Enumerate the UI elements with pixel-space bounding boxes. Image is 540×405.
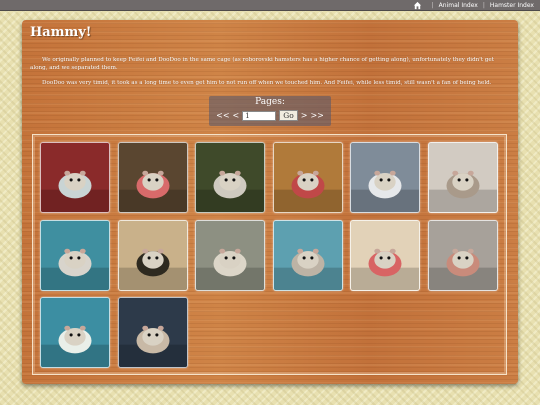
next-page-button[interactable]: > bbox=[301, 111, 308, 121]
content-panel: Hammy! We originally planned to keep Fei… bbox=[22, 20, 518, 384]
pager-box: Pages: << < Go > >> bbox=[209, 96, 331, 126]
first-page-button[interactable]: << bbox=[216, 111, 229, 121]
hamster-photo-2[interactable] bbox=[117, 142, 188, 213]
hamster-photo-6[interactable] bbox=[428, 142, 498, 213]
intro-paragraph: We originally planned to keep Feifei and… bbox=[30, 57, 494, 71]
home-icon[interactable] bbox=[413, 1, 422, 10]
hamster-photo-10[interactable] bbox=[272, 219, 343, 291]
hamster-photo-13[interactable] bbox=[40, 297, 110, 368]
pager-controls: << < Go > >> bbox=[209, 110, 331, 121]
hamster-photo-3[interactable] bbox=[195, 142, 266, 213]
hamster-photo-1[interactable] bbox=[40, 142, 110, 213]
intro-paragraph-2: DooDoo was very timid, it took as a long… bbox=[42, 80, 492, 86]
photo-gallery bbox=[32, 134, 507, 375]
hamster-photo-11[interactable] bbox=[350, 219, 421, 291]
hamster-photo-8[interactable] bbox=[117, 219, 188, 291]
top-nav-bar: | Animal Index | Hamster Index bbox=[0, 0, 540, 11]
hamster-photo-4[interactable] bbox=[272, 142, 343, 213]
nav-link-animal-index[interactable]: Animal Index bbox=[439, 2, 478, 9]
hamster-photo-14[interactable] bbox=[117, 297, 188, 368]
page-number-input[interactable] bbox=[242, 110, 277, 121]
go-button[interactable]: Go bbox=[279, 110, 298, 121]
pager-label: Pages: bbox=[255, 97, 285, 107]
last-page-button[interactable]: >> bbox=[310, 111, 323, 121]
prev-page-button[interactable]: < bbox=[233, 111, 240, 121]
hamster-photo-5[interactable] bbox=[350, 142, 421, 213]
nav-link-hamster-index[interactable]: Hamster Index bbox=[490, 2, 534, 9]
nav-separator: | bbox=[482, 1, 485, 9]
hamster-photo-9[interactable] bbox=[195, 219, 266, 291]
page-title: Hammy! bbox=[30, 25, 92, 40]
hamster-photo-7[interactable] bbox=[40, 219, 110, 291]
hamster-photo-12[interactable] bbox=[428, 219, 498, 291]
nav-separator: | bbox=[431, 1, 434, 9]
